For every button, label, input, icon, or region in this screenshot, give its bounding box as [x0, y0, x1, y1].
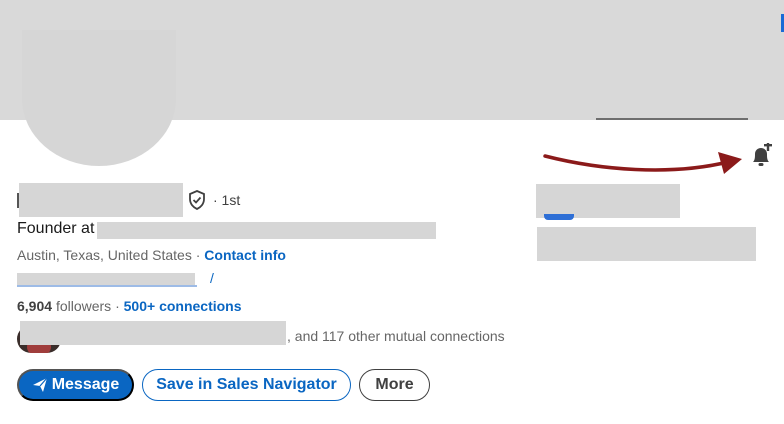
location-row: Austin, Texas, United States · Contact i…	[17, 246, 286, 264]
location-separator: ·	[191, 247, 205, 263]
headline-prefix: Founder at	[17, 220, 95, 237]
shield-check-icon[interactable]	[187, 190, 207, 210]
followers-label: followers	[55, 298, 112, 314]
connection-degree: · 1st	[213, 192, 241, 208]
education-redacted	[537, 227, 756, 261]
headline-company-redacted	[97, 222, 436, 239]
more-button[interactable]: More	[359, 369, 430, 401]
message-label: Message	[51, 376, 120, 393]
banner-divider	[596, 118, 748, 120]
more-label: More	[375, 376, 414, 393]
contact-info-link[interactable]: Contact info	[204, 247, 286, 263]
stats-row: 6,904 followers · 500+ connections	[17, 297, 242, 315]
sales-navigator-label: Save in Sales Navigator	[156, 376, 337, 393]
save-in-sales-navigator-button[interactable]: Save in Sales Navigator	[142, 369, 351, 401]
paper-plane-icon	[32, 377, 48, 392]
mutual-names-redacted	[20, 321, 286, 345]
website-suffix: /	[210, 270, 214, 286]
stats-separator: ·	[111, 298, 124, 314]
name-row: · 1st	[17, 183, 240, 217]
profile-name-redacted	[19, 183, 183, 217]
mutual-connections-text: , and 117 other mutual connections	[287, 328, 505, 344]
location-text: Austin, Texas, United States	[17, 247, 192, 263]
message-button[interactable]: Message	[17, 369, 134, 401]
profile-avatar[interactable]	[22, 30, 176, 166]
website-underline	[17, 285, 197, 287]
profile-headline: Founder at	[17, 219, 94, 239]
bell-plus-icon[interactable]	[749, 143, 773, 169]
followers-count: 6,904	[17, 298, 53, 314]
annotation-arrow	[543, 152, 742, 174]
website-link[interactable]: /	[17, 270, 214, 287]
company-logo-fragment	[544, 214, 574, 220]
connections-link[interactable]: 500+ connections	[124, 298, 242, 314]
